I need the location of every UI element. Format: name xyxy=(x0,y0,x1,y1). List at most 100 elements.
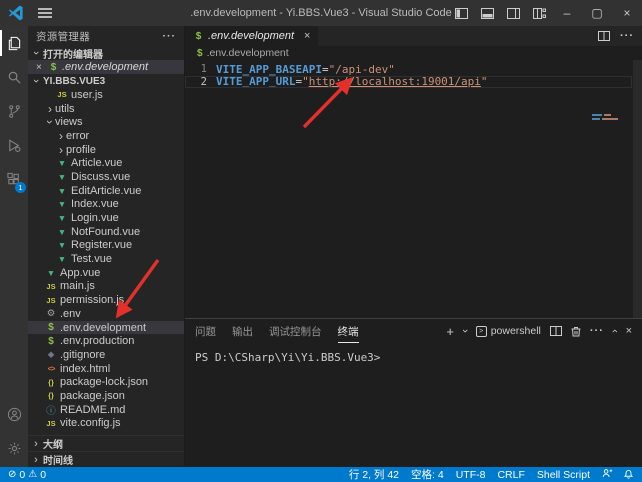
code-editor[interactable]: 1 VITE_APP_BASEAPI="/api-dev" 2 VITE_APP… xyxy=(185,60,642,318)
tree-item[interactable]: › JS user.js xyxy=(28,88,184,102)
toggle-secondary-sidebar-icon[interactable] xyxy=(500,0,526,26)
status-item[interactable]: Shell Script xyxy=(537,469,590,481)
project-root-header[interactable]: › YI.BBS.VUE3 xyxy=(28,74,184,88)
close-tab-icon[interactable]: × xyxy=(304,30,310,42)
file-name: .env.production xyxy=(60,335,134,347)
tree-item[interactable]: › JS permission.js xyxy=(28,293,184,307)
tree-item[interactable]: › ▼ NotFound.vue xyxy=(28,225,184,239)
file-name: package.json xyxy=(60,390,125,402)
panel-tab[interactable]: 问题 xyxy=(195,320,216,343)
file-name: Index.vue xyxy=(71,198,119,210)
account-icon[interactable] xyxy=(0,397,28,431)
kill-terminal-icon[interactable] xyxy=(571,326,581,337)
split-terminal-icon[interactable] xyxy=(550,326,562,336)
maximize-panel-icon[interactable]: › xyxy=(609,329,621,333)
file-type-icon: ▼ xyxy=(56,213,68,223)
timeline-section-header[interactable]: › 时间线 xyxy=(28,451,184,467)
close-editor-icon[interactable]: × xyxy=(36,62,48,73)
tree-item[interactable]: › ◆ .gitignore xyxy=(28,348,184,362)
open-editors-header[interactable]: › 打开的编辑器 xyxy=(28,46,184,60)
file-name: error xyxy=(66,130,89,142)
panel-tab[interactable]: 输出 xyxy=(232,320,253,343)
file-name: Test.vue xyxy=(71,253,112,265)
split-editor-icon[interactable] xyxy=(598,31,610,41)
customize-layout-icon[interactable] xyxy=(526,0,552,26)
editor-more-actions-icon[interactable]: ··· xyxy=(620,30,634,42)
tree-item[interactable]: › JS main.js xyxy=(28,280,184,294)
tree-item[interactable]: › ▼ Article.vue xyxy=(28,156,184,170)
status-bar: ⊘ 0 ⚠ 0 行 2, 列 42 空格: 4 UTF-8 xyxy=(0,467,642,482)
status-item[interactable]: 空格: 4 xyxy=(411,467,444,482)
minimap[interactable] xyxy=(592,114,630,122)
file-name: main.js xyxy=(60,280,95,292)
file-name: vite.config.js xyxy=(60,417,121,429)
open-editor-item[interactable]: × $ .env.development xyxy=(28,60,184,74)
tree-item[interactable]: › ▼ EditArticle.vue xyxy=(28,184,184,198)
tree-item[interactable]: › profile xyxy=(28,143,184,157)
file-type-icon: ⓘ xyxy=(45,403,57,417)
tree-item[interactable]: › $ .env.development xyxy=(28,321,184,335)
notifications-bell-icon[interactable] xyxy=(623,468,634,482)
terminal-shell-item[interactable]: >powershell xyxy=(476,325,541,337)
status-item[interactable]: UTF-8 xyxy=(456,469,486,481)
tree-item[interactable]: › ⚙ .env xyxy=(28,307,184,321)
editor-scrollbar[interactable] xyxy=(633,60,642,318)
tree-item[interactable]: › <> index.html xyxy=(28,362,184,376)
source-control-icon[interactable] xyxy=(0,94,28,128)
tree-item[interactable]: › $ .env.production xyxy=(28,334,184,348)
terminal-dropdown-icon[interactable]: › xyxy=(459,329,471,333)
tab-label: .env.development xyxy=(208,30,294,42)
editor-tab-bar: $ .env.development × ··· xyxy=(185,26,642,46)
tree-item[interactable]: › {} package.json xyxy=(28,389,184,403)
tree-item[interactable]: › ▼ App.vue xyxy=(28,266,184,280)
problems-errors[interactable]: ⊘ 0 xyxy=(8,469,25,481)
run-debug-icon[interactable] xyxy=(0,128,28,162)
panel-more-actions-icon[interactable]: ··· xyxy=(590,325,604,337)
new-terminal-icon[interactable]: + xyxy=(446,324,454,339)
close-button[interactable]: × xyxy=(612,0,642,26)
tree-item[interactable]: › ▼ Login.vue xyxy=(28,211,184,225)
vscode-window: .env.development - Yi.BBS.Vue3 - Visual … xyxy=(0,0,642,482)
file-type-icon: JS xyxy=(56,90,68,99)
extensions-icon[interactable]: 1 xyxy=(0,162,28,196)
tree-item[interactable]: › utils xyxy=(28,102,184,116)
tree-item[interactable]: › ▼ Index.vue xyxy=(28,198,184,212)
search-icon[interactable] xyxy=(0,60,28,94)
explorer-icon[interactable] xyxy=(0,26,28,60)
status-item[interactable]: 行 2, 列 42 xyxy=(349,467,399,482)
panel-tab[interactable]: 终端 xyxy=(338,320,359,343)
code-line-2[interactable]: 2 VITE_APP_URL="http://localhost:19001/a… xyxy=(185,76,642,89)
toggle-panel-icon[interactable] xyxy=(474,0,500,26)
tree-item[interactable]: › JS vite.config.js xyxy=(28,417,184,431)
tree-item[interactable]: › error xyxy=(28,129,184,143)
file-name: NotFound.vue xyxy=(71,226,140,238)
code-line-1[interactable]: 1 VITE_APP_BASEAPI="/api-dev" xyxy=(185,63,642,76)
breadcrumb[interactable]: $ .env.development xyxy=(185,46,642,60)
tree-item[interactable]: › ⓘ README.md xyxy=(28,403,184,417)
problems-warnings[interactable]: ⚠ 0 xyxy=(28,469,46,481)
status-item[interactable]: CRLF xyxy=(497,469,524,481)
toggle-sidebar-icon[interactable] xyxy=(448,0,474,26)
url-link[interactable]: http://localhost:19001/api xyxy=(309,75,481,88)
warning-icon: ⚠ xyxy=(28,469,37,480)
file-type-icon: ▼ xyxy=(56,158,68,168)
tree-item[interactable]: › ▼ Register.vue xyxy=(28,239,184,253)
tree-item[interactable]: › {} package-lock.json xyxy=(28,375,184,389)
breadcrumb-file[interactable]: .env.development xyxy=(207,47,289,59)
tree-item[interactable]: › views xyxy=(28,115,184,129)
feedback-icon[interactable] xyxy=(602,468,613,482)
maximize-button[interactable]: ▢ xyxy=(582,0,612,26)
tree-item[interactable]: › ▼ Discuss.vue xyxy=(28,170,184,184)
menu-icon[interactable] xyxy=(38,8,52,18)
tab-env-development[interactable]: $ .env.development × xyxy=(185,26,318,46)
tree-item[interactable]: › ▼ Test.vue xyxy=(28,252,184,266)
outline-section-header[interactable]: › 大纲 xyxy=(28,435,184,451)
minimize-button[interactable]: – xyxy=(552,0,582,26)
file-name: Register.vue xyxy=(71,239,132,251)
settings-gear-icon[interactable] xyxy=(0,431,28,465)
explorer-more-actions-icon[interactable]: ··· xyxy=(163,30,177,42)
close-panel-icon[interactable]: × xyxy=(626,325,632,337)
terminal[interactable]: PS D:\CSharp\Yi\Yi.BBS.Vue3> xyxy=(185,343,642,467)
panel-tab[interactable]: 调试控制台 xyxy=(269,320,322,343)
file-name: permission.js xyxy=(60,294,124,306)
